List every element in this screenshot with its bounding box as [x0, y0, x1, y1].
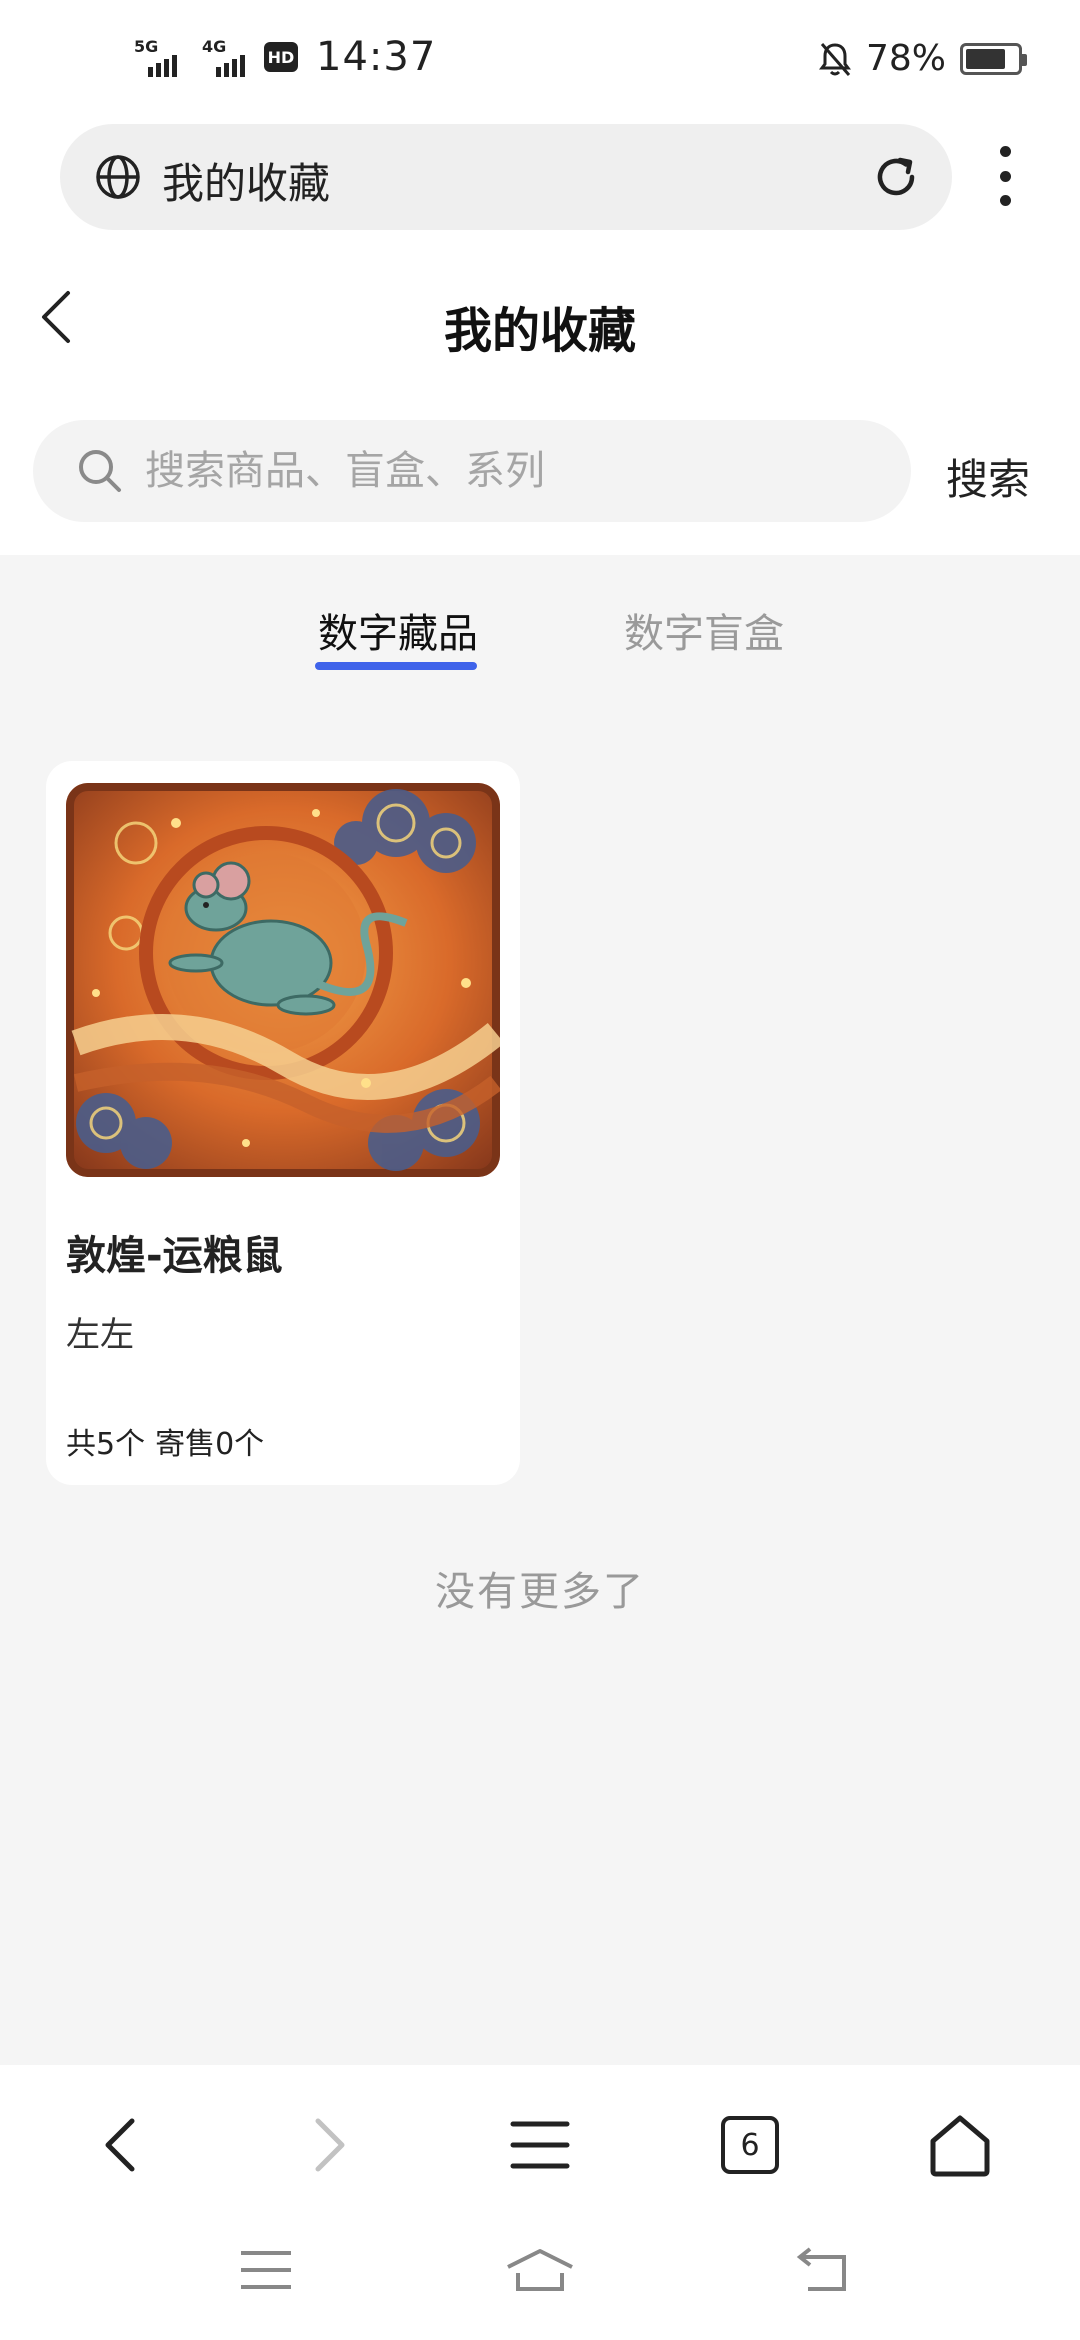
- collectible-image: [66, 783, 500, 1177]
- end-of-list-text: 没有更多了: [435, 1569, 645, 1615]
- content-area: 数字藏品 数字盲盒 敦煌-运粮鼠 左左 共5个 寄售0个 没有更多了: [0, 555, 1080, 2065]
- collectible-stats: 共5个 寄售0个: [66, 1419, 264, 1463]
- reload-icon[interactable]: [870, 151, 922, 203]
- tab-digital-collectibles[interactable]: 数字藏品: [318, 601, 478, 659]
- battery-percent: 78%: [865, 38, 946, 79]
- collectible-card[interactable]: 敦煌-运粮鼠 左左 共5个 寄售0个: [46, 761, 520, 1485]
- address-bar[interactable]: 我的收藏: [60, 124, 952, 230]
- globe-icon: [96, 155, 140, 199]
- page-header: 我的收藏: [0, 255, 1080, 390]
- collectible-author: 左左: [66, 1315, 134, 1355]
- browser-home-icon[interactable]: [920, 2105, 1000, 2185]
- mute-bell-icon: [818, 42, 851, 76]
- status-left: 5G 4G HD 14:37: [134, 34, 436, 80]
- search-input[interactable]: [145, 440, 865, 502]
- browser-toolbar: 6: [0, 2065, 1080, 2215]
- search-button[interactable]: 搜索: [946, 446, 1030, 507]
- status-bar: 5G 4G HD 14:37 78%: [0, 0, 1080, 120]
- system-navigation-bar: [0, 2215, 1080, 2340]
- signal-5g-label: 5G: [134, 37, 159, 56]
- on-sale-count: 寄售0个: [155, 1427, 265, 1462]
- battery-icon: [960, 42, 1027, 75]
- browser-forward-icon[interactable]: [290, 2105, 370, 2185]
- signal-4g-icon: 4G: [202, 37, 250, 77]
- clock: 14:37: [316, 34, 437, 80]
- signal-5g-icon: 5G: [134, 37, 188, 77]
- browser-menu-icon[interactable]: [500, 2105, 580, 2185]
- more-menu-icon[interactable]: [990, 146, 1020, 206]
- total-count: 共5个: [66, 1427, 146, 1462]
- page-title: 我的收藏: [443, 303, 636, 359]
- browser-back-icon[interactable]: [80, 2105, 160, 2185]
- tab-count: 6: [721, 2116, 779, 2174]
- active-tab-indicator: [315, 662, 477, 670]
- signal-4g-label: 4G: [202, 37, 227, 56]
- tabs-switcher-button[interactable]: 6: [710, 2105, 790, 2185]
- recent-apps-icon[interactable]: [236, 2245, 306, 2305]
- system-back-icon[interactable]: [790, 2245, 860, 2305]
- search-box[interactable]: [33, 420, 911, 522]
- system-home-icon[interactable]: [504, 2245, 574, 2305]
- tab-bar: 数字藏品 数字盲盒: [0, 555, 1080, 675]
- battery-fill: [966, 48, 1005, 69]
- address-text: 我的收藏: [162, 159, 331, 208]
- status-right: 78%: [818, 38, 1027, 79]
- hd-voice-icon: HD: [264, 42, 298, 72]
- search-icon: [79, 450, 121, 492]
- tab-digital-blind-box[interactable]: 数字盲盒: [624, 601, 784, 659]
- collectible-title: 敦煌-运粮鼠: [66, 1233, 283, 1279]
